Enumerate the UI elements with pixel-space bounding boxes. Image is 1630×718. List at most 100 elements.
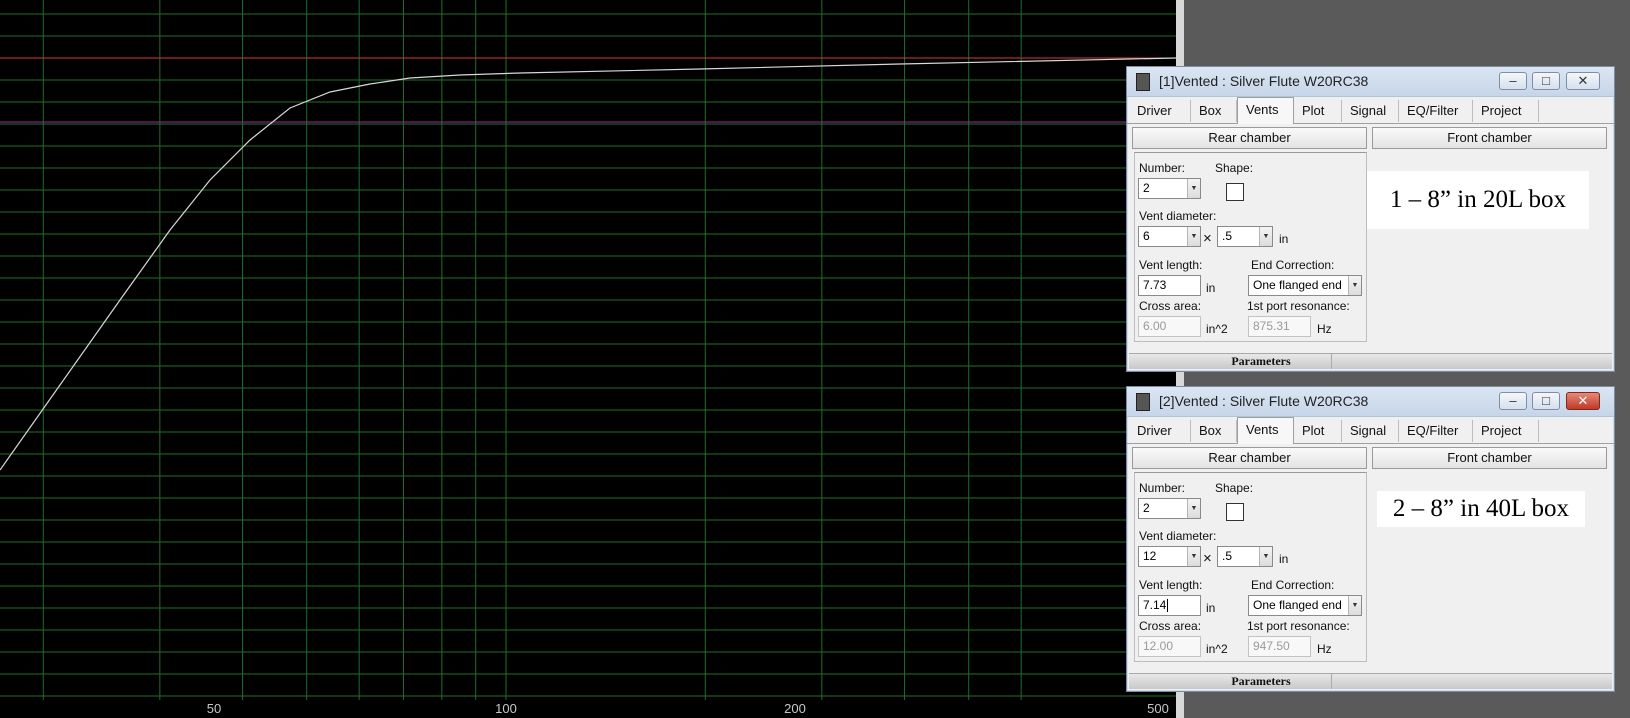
vent-diameter-unit: in [1279,232,1289,246]
text-caret [1167,599,1169,613]
vent-settings-group: Number: Shape: 2 ▼ Vent diameter: 6 ▼ × .5… [1134,152,1367,342]
port-resonance-field: 875.31 [1248,316,1311,337]
vent-diameter-value: 12 [1143,549,1157,563]
tab-signal[interactable]: Signal [1342,100,1399,122]
end-correction-value: One flanged end [1253,598,1342,612]
tab-strip: Driver Box Vents Plot Signal EQ/Filter P… [1127,97,1614,124]
vent-diameter-unit: in [1279,552,1289,566]
vent-diameter-fraction-value: .5 [1222,549,1233,563]
vent-length-label: Vent length: [1139,258,1203,272]
vent-length-value: 7.14 [1143,598,1167,612]
shape-label: Shape: [1215,481,1254,495]
maximize-button[interactable]: □ [1532,392,1560,410]
vented-box-window-1[interactable]: [1]Vented : Silver Flute W20RC38 – □ ✕ D… [1126,66,1615,372]
annotation-caption: 2 – 8” in 40L box [1377,491,1585,527]
parameters-label: Parameters [1191,354,1332,369]
tab-project[interactable]: Project [1473,420,1539,442]
tab-driver[interactable]: Driver [1129,100,1191,122]
vent-diameter-select[interactable]: 6 ▼ [1138,226,1201,247]
cross-area-unit: in^2 [1206,322,1228,336]
response-curve [0,57,1176,471]
vent-diameter-value: 6 [1143,229,1150,243]
parameters-bar[interactable]: Parameters [1129,353,1612,369]
vent-length-input[interactable]: 7.73 [1138,275,1201,296]
front-chamber-button[interactable]: Front chamber [1372,127,1607,149]
vent-length-value: 7.73 [1143,278,1167,292]
close-button[interactable]: ✕ [1566,72,1600,90]
x-tick-label: 500 [1147,701,1169,716]
end-correction-label: End Correction: [1251,578,1335,592]
vent-length-input[interactable]: 7.14 [1138,595,1201,616]
tab-plot[interactable]: Plot [1294,100,1342,122]
chevron-down-icon[interactable]: ▼ [1187,499,1200,518]
chevron-down-icon[interactable]: ▼ [1259,547,1272,566]
port-resonance-unit: Hz [1317,642,1332,656]
tab-plot[interactable]: Plot [1294,420,1342,442]
tab-vents[interactable]: Vents [1237,417,1294,444]
tab-box[interactable]: Box [1191,420,1237,442]
shape-label: Shape: [1215,161,1254,175]
chevron-down-icon[interactable]: ▼ [1259,227,1272,246]
cross-area-label: Cross area: [1139,299,1202,313]
parameters-bar[interactable]: Parameters [1129,673,1612,689]
tab-eq-filter[interactable]: EQ/Filter [1399,100,1473,122]
app-icon [1136,73,1150,91]
minimize-button[interactable]: – [1499,72,1527,90]
vent-diameter-fraction-value: .5 [1222,229,1233,243]
port-resonance-field: 947.50 [1248,636,1311,657]
front-chamber-button[interactable]: Front chamber [1372,447,1607,469]
vent-length-unit: in [1206,281,1216,295]
end-correction-select[interactable]: One flanged end ▼ [1248,595,1362,616]
window-titlebar[interactable]: [2]Vented : Silver Flute W20RC38 – □ ✕ [1127,387,1614,417]
annotation-caption: 1 – 8” in 20L box [1367,171,1589,229]
times-symbol: × [1203,550,1212,567]
vent-diameter-label: Vent diameter: [1139,209,1217,223]
minimize-button[interactable]: – [1499,392,1527,410]
maximize-button[interactable]: □ [1532,72,1560,90]
tab-project[interactable]: Project [1473,100,1539,122]
x-tick-label: 100 [495,701,517,716]
vent-diameter-fraction-select[interactable]: .5 ▼ [1217,226,1273,247]
cross-area-field: 12.00 [1138,636,1201,657]
vent-length-label: Vent length: [1139,578,1203,592]
cross-area-field: 6.00 [1138,316,1201,337]
number-select[interactable]: 2 ▼ [1138,498,1201,519]
chevron-down-icon[interactable]: ▼ [1187,179,1200,198]
vent-diameter-label: Vent diameter: [1139,529,1217,543]
chevron-down-icon[interactable]: ▼ [1187,547,1200,566]
tab-strip: Driver Box Vents Plot Signal EQ/Filter P… [1127,417,1614,444]
tab-signal[interactable]: Signal [1342,420,1399,442]
end-correction-select[interactable]: One flanged end ▼ [1248,275,1362,296]
chevron-down-icon[interactable]: ▼ [1348,276,1361,295]
number-select[interactable]: 2 ▼ [1138,178,1201,199]
chevron-down-icon[interactable]: ▼ [1187,227,1200,246]
rear-chamber-button[interactable]: Rear chamber [1132,127,1367,149]
tab-driver[interactable]: Driver [1129,420,1191,442]
vent-diameter-fraction-select[interactable]: .5 ▼ [1217,546,1273,567]
chevron-down-icon[interactable]: ▼ [1348,596,1361,615]
number-label: Number: [1139,481,1186,495]
rear-chamber-button[interactable]: Rear chamber [1132,447,1367,469]
window-titlebar[interactable]: [1]Vented : Silver Flute W20RC38 – □ ✕ [1127,67,1614,97]
window-title: [1]Vented : Silver Flute W20RC38 [1159,73,1369,89]
number-label: Number: [1139,161,1186,175]
app-icon [1136,393,1150,411]
shape-checkbox[interactable] [1226,183,1244,201]
port-resonance-value: 947.50 [1253,639,1290,653]
port-resonance-label: 1st port resonance: [1247,299,1350,313]
cross-area-value: 6.00 [1143,319,1167,333]
vent-settings-group: Number: Shape: 2 ▼ Vent diameter: 12 ▼ × .… [1134,472,1367,662]
shape-checkbox[interactable] [1226,503,1244,521]
tab-eq-filter[interactable]: EQ/Filter [1399,420,1473,442]
x-tick-label: 200 [784,701,806,716]
response-plot-canvas: 50 100 200 500 [0,0,1176,718]
vented-box-window-2[interactable]: [2]Vented : Silver Flute W20RC38 – □ ✕ D… [1126,386,1615,692]
port-resonance-label: 1st port resonance: [1247,619,1350,633]
x-axis-band [0,700,1176,718]
end-correction-value: One flanged end [1253,278,1342,292]
tab-box[interactable]: Box [1191,100,1237,122]
vent-diameter-select[interactable]: 12 ▼ [1138,546,1201,567]
tab-vents[interactable]: Vents [1237,97,1294,124]
close-button[interactable]: ✕ [1566,392,1600,410]
cross-area-label: Cross area: [1139,619,1202,633]
